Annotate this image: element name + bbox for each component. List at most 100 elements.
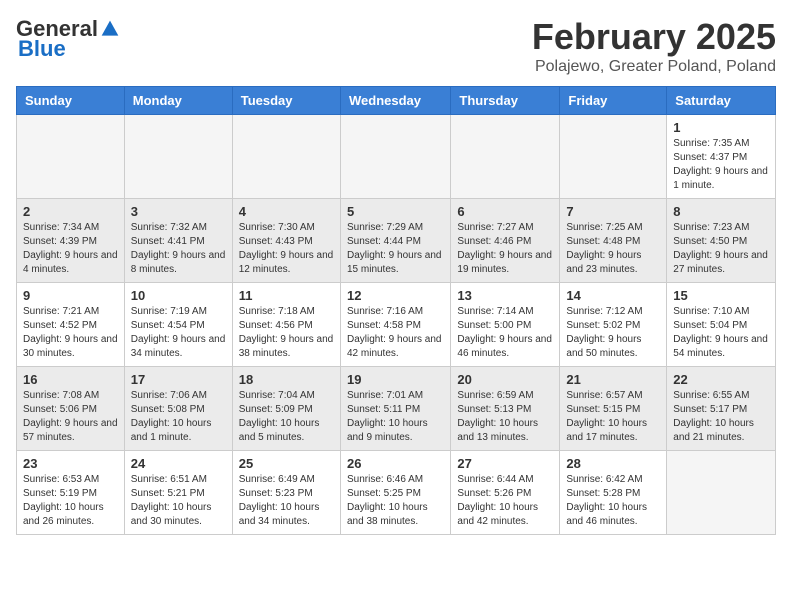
- day-number: 12: [347, 288, 444, 303]
- calendar-table: SundayMondayTuesdayWednesdayThursdayFrid…: [16, 86, 776, 535]
- day-number: 1: [673, 120, 769, 135]
- day-info: Sunrise: 7:18 AM Sunset: 4:56 PM Dayligh…: [239, 305, 334, 361]
- day-number: 13: [457, 288, 553, 303]
- calendar-cell: [17, 115, 125, 199]
- calendar-cell: 19 Sunrise: 7:01 AM Sunset: 5:11 PM Dayli…: [340, 367, 450, 451]
- calendar-week-row: 1 Sunrise: 7:35 AM Sunset: 4:37 PM Daylig…: [17, 115, 776, 199]
- col-header-saturday: Saturday: [667, 87, 776, 115]
- day-info: Sunrise: 7:10 AM Sunset: 5:04 PM Dayligh…: [673, 305, 769, 361]
- calendar-cell: 9 Sunrise: 7:21 AM Sunset: 4:52 PM Daylig…: [17, 283, 125, 367]
- day-info: Sunrise: 7:30 AM Sunset: 4:43 PM Dayligh…: [239, 221, 334, 277]
- calendar-cell: [451, 115, 560, 199]
- calendar-cell: 12 Sunrise: 7:16 AM Sunset: 4:58 PM Dayli…: [340, 283, 450, 367]
- day-number: 20: [457, 372, 553, 387]
- col-header-monday: Monday: [124, 87, 232, 115]
- day-number: 7: [566, 204, 660, 219]
- day-info: Sunrise: 6:57 AM Sunset: 5:15 PM Dayligh…: [566, 389, 660, 445]
- calendar-cell: 21 Sunrise: 6:57 AM Sunset: 5:15 PM Dayli…: [560, 367, 667, 451]
- day-info: Sunrise: 7:21 AM Sunset: 4:52 PM Dayligh…: [23, 305, 118, 361]
- col-header-sunday: Sunday: [17, 87, 125, 115]
- day-info: Sunrise: 7:08 AM Sunset: 5:06 PM Dayligh…: [23, 389, 118, 445]
- calendar-cell: 24 Sunrise: 6:51 AM Sunset: 5:21 PM Dayli…: [124, 451, 232, 535]
- day-number: 15: [673, 288, 769, 303]
- calendar-cell: 6 Sunrise: 7:27 AM Sunset: 4:46 PM Daylig…: [451, 199, 560, 283]
- calendar-cell: 5 Sunrise: 7:29 AM Sunset: 4:44 PM Daylig…: [340, 199, 450, 283]
- calendar-cell: 15 Sunrise: 7:10 AM Sunset: 5:04 PM Dayli…: [667, 283, 776, 367]
- day-info: Sunrise: 7:35 AM Sunset: 4:37 PM Dayligh…: [673, 137, 769, 193]
- day-info: Sunrise: 7:06 AM Sunset: 5:08 PM Dayligh…: [131, 389, 226, 445]
- day-info: Sunrise: 7:29 AM Sunset: 4:44 PM Dayligh…: [347, 221, 444, 277]
- day-info: Sunrise: 7:25 AM Sunset: 4:48 PM Dayligh…: [566, 221, 660, 277]
- calendar-week-row: 16 Sunrise: 7:08 AM Sunset: 5:06 PM Dayli…: [17, 367, 776, 451]
- day-info: Sunrise: 7:27 AM Sunset: 4:46 PM Dayligh…: [457, 221, 553, 277]
- day-number: 17: [131, 372, 226, 387]
- day-number: 24: [131, 456, 226, 471]
- logo-icon: [100, 19, 120, 39]
- calendar-cell: [124, 115, 232, 199]
- calendar-cell: 16 Sunrise: 7:08 AM Sunset: 5:06 PM Dayli…: [17, 367, 125, 451]
- day-info: Sunrise: 6:59 AM Sunset: 5:13 PM Dayligh…: [457, 389, 553, 445]
- calendar-cell: 4 Sunrise: 7:30 AM Sunset: 4:43 PM Daylig…: [232, 199, 340, 283]
- calendar-cell: 13 Sunrise: 7:14 AM Sunset: 5:00 PM Dayli…: [451, 283, 560, 367]
- calendar-cell: 14Sunrise: 7:12 AM Sunset: 5:02 PM Dayli…: [560, 283, 667, 367]
- day-number: 6: [457, 204, 553, 219]
- calendar-cell: [232, 115, 340, 199]
- day-info: Sunrise: 7:14 AM Sunset: 5:00 PM Dayligh…: [457, 305, 553, 361]
- calendar-cell: 18 Sunrise: 7:04 AM Sunset: 5:09 PM Dayli…: [232, 367, 340, 451]
- calendar-cell: 23Sunrise: 6:53 AM Sunset: 5:19 PM Dayli…: [17, 451, 125, 535]
- calendar-week-row: 23Sunrise: 6:53 AM Sunset: 5:19 PM Dayli…: [17, 451, 776, 535]
- day-number: 22: [673, 372, 769, 387]
- day-number: 26: [347, 456, 444, 471]
- main-title: February 2025: [532, 16, 776, 58]
- day-number: 9: [23, 288, 118, 303]
- day-number: 27: [457, 456, 553, 471]
- calendar-cell: [560, 115, 667, 199]
- logo: General Blue: [16, 16, 120, 62]
- day-number: 16: [23, 372, 118, 387]
- calendar-cell: 3Sunrise: 7:32 AM Sunset: 4:41 PM Daylig…: [124, 199, 232, 283]
- day-info: Sunrise: 6:46 AM Sunset: 5:25 PM Dayligh…: [347, 473, 444, 529]
- day-info: Sunrise: 6:42 AM Sunset: 5:28 PM Dayligh…: [566, 473, 660, 529]
- day-info: Sunrise: 7:19 AM Sunset: 4:54 PM Dayligh…: [131, 305, 226, 361]
- day-info: Sunrise: 6:51 AM Sunset: 5:21 PM Dayligh…: [131, 473, 226, 529]
- calendar-cell: [340, 115, 450, 199]
- day-info: Sunrise: 6:49 AM Sunset: 5:23 PM Dayligh…: [239, 473, 334, 529]
- day-number: 18: [239, 372, 334, 387]
- calendar-cell: 25 Sunrise: 6:49 AM Sunset: 5:23 PM Dayli…: [232, 451, 340, 535]
- day-number: 11: [239, 288, 334, 303]
- calendar-cell: 27 Sunrise: 6:44 AM Sunset: 5:26 PM Dayli…: [451, 451, 560, 535]
- calendar-cell: 26 Sunrise: 6:46 AM Sunset: 5:25 PM Dayli…: [340, 451, 450, 535]
- calendar-cell: 7 Sunrise: 7:25 AM Sunset: 4:48 PM Daylig…: [560, 199, 667, 283]
- calendar-cell: 28 Sunrise: 6:42 AM Sunset: 5:28 PM Dayli…: [560, 451, 667, 535]
- calendar-week-row: 2 Sunrise: 7:34 AM Sunset: 4:39 PM Daylig…: [17, 199, 776, 283]
- title-block: February 2025 Polajewo, Greater Poland, …: [532, 16, 776, 76]
- calendar-cell: 8 Sunrise: 7:23 AM Sunset: 4:50 PM Daylig…: [667, 199, 776, 283]
- day-info: Sunrise: 6:44 AM Sunset: 5:26 PM Dayligh…: [457, 473, 553, 529]
- day-number: 2: [23, 204, 118, 219]
- subtitle: Polajewo, Greater Poland, Poland: [532, 58, 776, 76]
- day-number: 10: [131, 288, 226, 303]
- logo-blue-text: Blue: [18, 36, 66, 62]
- day-info: Sunrise: 7:34 AM Sunset: 4:39 PM Dayligh…: [23, 221, 118, 277]
- day-info: Sunrise: 7:04 AM Sunset: 5:09 PM Dayligh…: [239, 389, 334, 445]
- day-number: 28: [566, 456, 660, 471]
- day-number: 4: [239, 204, 334, 219]
- col-header-friday: Friday: [560, 87, 667, 115]
- day-number: 19: [347, 372, 444, 387]
- day-number: 8: [673, 204, 769, 219]
- calendar-cell: 10 Sunrise: 7:19 AM Sunset: 4:54 PM Dayli…: [124, 283, 232, 367]
- calendar-cell: 2 Sunrise: 7:34 AM Sunset: 4:39 PM Daylig…: [17, 199, 125, 283]
- day-number: 23: [23, 456, 118, 471]
- day-number: 25: [239, 456, 334, 471]
- day-number: 5: [347, 204, 444, 219]
- calendar-header-row: SundayMondayTuesdayWednesdayThursdayFrid…: [17, 87, 776, 115]
- day-info: Sunrise: 7:01 AM Sunset: 5:11 PM Dayligh…: [347, 389, 444, 445]
- page-header: General Blue February 2025 Polajewo, Gre…: [16, 16, 776, 76]
- calendar-cell: 20 Sunrise: 6:59 AM Sunset: 5:13 PM Dayli…: [451, 367, 560, 451]
- col-header-thursday: Thursday: [451, 87, 560, 115]
- day-info: Sunrise: 7:16 AM Sunset: 4:58 PM Dayligh…: [347, 305, 444, 361]
- day-info: Sunrise: 7:23 AM Sunset: 4:50 PM Dayligh…: [673, 221, 769, 277]
- day-number: 21: [566, 372, 660, 387]
- calendar-cell: 11 Sunrise: 7:18 AM Sunset: 4:56 PM Dayli…: [232, 283, 340, 367]
- day-info: Sunrise: 7:12 AM Sunset: 5:02 PM Dayligh…: [566, 305, 660, 361]
